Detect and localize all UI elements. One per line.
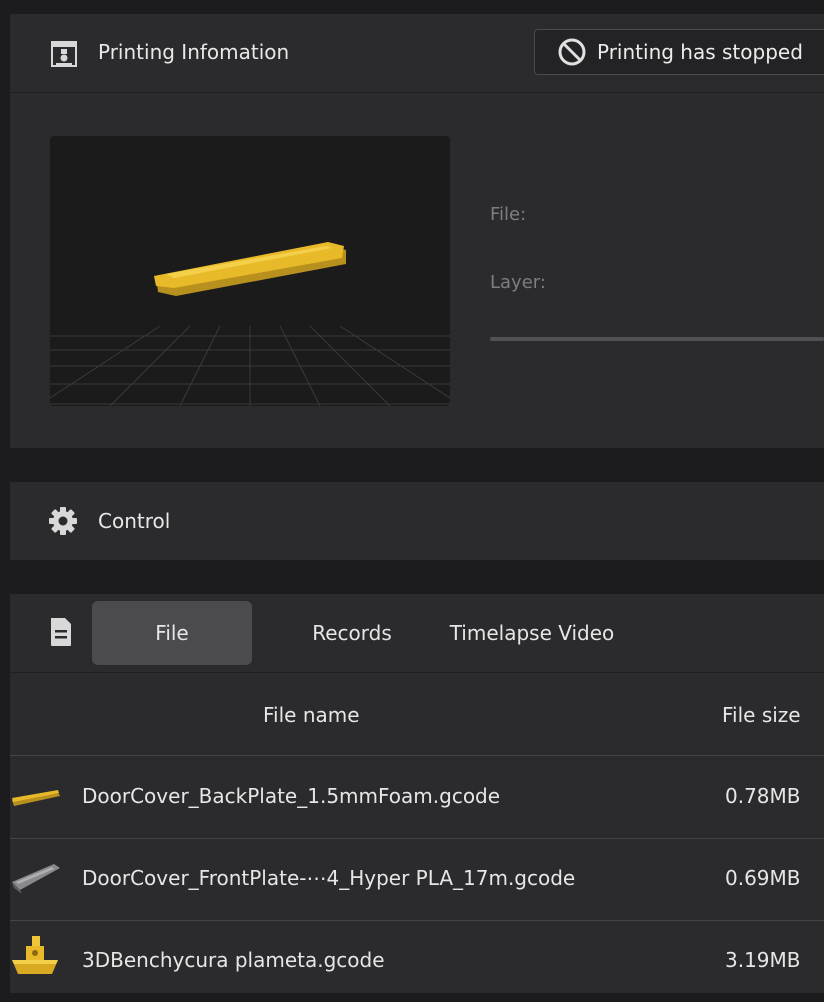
- column-file-size: File size: [722, 703, 801, 727]
- file-size: 0.69MB: [725, 866, 801, 890]
- layer-label: Layer:: [490, 272, 546, 293]
- tab-records[interactable]: Records: [272, 601, 432, 665]
- gear-icon: [49, 507, 77, 535]
- file-thumbnail: [12, 936, 58, 974]
- document-icon: [51, 618, 71, 646]
- control-title: Control: [98, 509, 171, 533]
- stop-icon: [558, 38, 586, 66]
- printing-status-label: Printing has stopped: [597, 40, 803, 64]
- file-thumbnail: [12, 864, 60, 894]
- file-label: File:: [490, 204, 527, 225]
- file-name: DoorCover_FrontPlate-⋯4_Hyper PLA_17m.gc…: [82, 866, 576, 890]
- table-row[interactable]: DoorCover_FrontPlate-⋯4_Hyper PLA_17m.gc…: [10, 838, 824, 921]
- file-size: 3.19MB: [725, 948, 801, 972]
- control-panel[interactable]: Control: [10, 482, 824, 560]
- file-name: 3DBenchycura plameta.gcode: [82, 948, 385, 972]
- printer-icon: [51, 41, 77, 67]
- print-progress-bar: [490, 337, 824, 341]
- file-table-header: File name File size: [10, 673, 824, 756]
- files-tabbar: File Records Timelapse Video: [10, 594, 824, 673]
- file-size: 0.78MB: [725, 784, 801, 808]
- tab-timelapse-video[interactable]: Timelapse Video: [440, 601, 624, 665]
- print-preview-thumbnail: [50, 136, 450, 406]
- table-row[interactable]: DoorCover_BackPlate_1.5mmFoam.gcode 0.78…: [10, 756, 824, 839]
- printing-status-button[interactable]: Printing has stopped: [534, 29, 824, 75]
- file-thumbnail: [12, 790, 60, 806]
- table-row[interactable]: 3DBenchycura plameta.gcode 3.19MB: [10, 920, 824, 1002]
- column-file-name: File name: [263, 703, 360, 727]
- printing-info-panel: Printing Infomation Printing has stopped: [10, 14, 824, 448]
- files-panel: File Records Timelapse Video File name F…: [10, 594, 824, 993]
- print-preview-image: [50, 242, 450, 406]
- tab-file[interactable]: File: [92, 601, 252, 665]
- file-name: DoorCover_BackPlate_1.5mmFoam.gcode: [82, 784, 501, 808]
- printing-info-title: Printing Infomation: [98, 40, 290, 64]
